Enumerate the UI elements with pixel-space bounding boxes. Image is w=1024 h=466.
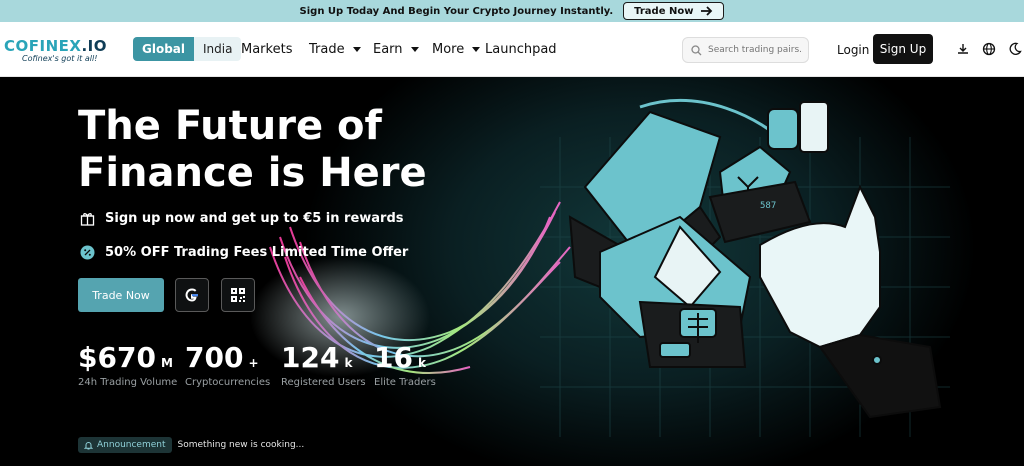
stat-value: 124	[281, 341, 340, 374]
chevron-down-icon	[472, 47, 481, 52]
arrow-right-icon	[701, 6, 713, 16]
google-signin-button[interactable]	[175, 278, 209, 312]
announcement-text: Something new is cooking...	[177, 440, 305, 450]
stat-unit: +	[248, 356, 259, 370]
top-banner: Sign Up Today And Begin Your Crypto Jour…	[0, 0, 1024, 22]
stat-label: Cryptocurrencies	[185, 377, 271, 388]
stat-unit: M	[160, 356, 173, 370]
stat-trading-volume: $670 M 24h Trading Volume	[78, 341, 177, 388]
stat-elite-traders: 16 k Elite Traders	[374, 341, 436, 388]
nav-launchpad-label: Launchpad	[485, 42, 557, 57]
qr-code-button[interactable]	[221, 278, 255, 312]
stat-value: 16	[374, 341, 413, 374]
stat-value: $670	[78, 341, 156, 374]
bell-icon	[84, 441, 93, 449]
feature-discount: 50% OFF Trading Fees Limited Time Offer	[80, 245, 408, 260]
feature-rewards: Sign up now and get up to €5 in rewards	[80, 211, 404, 226]
hero-title: The Future of Finance is Here	[78, 103, 427, 197]
announcement-badge-label: Announcement	[97, 440, 166, 450]
search-input[interactable]	[708, 45, 803, 55]
gift-icon	[80, 213, 95, 226]
stat-label: Elite Traders	[374, 377, 436, 388]
nav-earn[interactable]: Earn	[373, 22, 419, 77]
stat-label: Registered Users	[281, 377, 366, 388]
nav-markets-label: Markets	[241, 42, 293, 57]
download-icon[interactable]	[955, 41, 971, 57]
hero-title-line1: The Future of	[78, 103, 382, 149]
nav-more-label: More	[432, 42, 465, 57]
region-global-button[interactable]: Global	[133, 37, 195, 61]
logo-suffix: .IO	[81, 37, 107, 55]
stat-cryptocurrencies: 700 + Cryptocurrencies	[185, 341, 270, 388]
logo-tagline: Cofinex's got it all!	[22, 54, 98, 63]
google-icon	[185, 288, 198, 302]
search-icon	[691, 44, 702, 55]
stat-value: 700	[185, 341, 244, 374]
stat-unit: k	[417, 356, 426, 370]
banner-text: Sign Up Today And Begin Your Crypto Jour…	[299, 5, 614, 17]
logo-main-text: COFINEX	[4, 37, 82, 55]
search-box	[682, 37, 809, 63]
chevron-down-icon	[410, 47, 419, 52]
region-india-button[interactable]: India	[194, 37, 241, 61]
feature-discount-text: 50% OFF Trading Fees Limited Time Offer	[105, 245, 409, 260]
discount-badge-icon	[80, 245, 95, 260]
hero-section: 587 The Future of Finance is Here Sign u…	[0, 77, 1024, 466]
nav-launchpad[interactable]: Launchpad	[485, 22, 557, 77]
hero-title-line2: Finance is Here	[78, 150, 427, 196]
nav-trade[interactable]: Trade	[309, 22, 361, 77]
logo[interactable]: COFINEX.IO Cofinex's got it all!	[4, 37, 120, 63]
nav-earn-label: Earn	[373, 42, 403, 57]
globe-icon[interactable]	[981, 41, 997, 57]
banner-button-label: Trade Now	[634, 5, 694, 17]
feature-rewards-text: Sign up now and get up to €5 in rewards	[105, 211, 404, 226]
card-number: 587	[760, 201, 776, 211]
region-toggle: Global India	[133, 37, 242, 61]
stat-unit: k	[344, 356, 353, 370]
stat-registered-users: 124 k Registered Users	[281, 341, 366, 388]
nav-trade-label: Trade	[309, 42, 345, 57]
announcement-bar[interactable]: Announcement Something new is cooking...	[78, 437, 304, 453]
announcement-badge: Announcement	[78, 437, 172, 453]
qr-code-icon	[231, 288, 245, 302]
nav-more[interactable]: More	[432, 22, 481, 77]
navbar: COFINEX.IO Cofinex's got it all! Global …	[0, 22, 1024, 77]
hero-trade-now-button[interactable]: Trade Now	[78, 278, 164, 312]
dark-mode-icon[interactable]	[1007, 41, 1023, 57]
stat-label: 24h Trading Volume	[78, 377, 178, 388]
banner-trade-now-button[interactable]: Trade Now	[623, 2, 725, 20]
chevron-down-icon	[352, 47, 361, 52]
logo-wordmark: COFINEX.IO	[4, 37, 107, 55]
signup-button[interactable]: Sign Up	[873, 34, 933, 64]
nav-markets[interactable]: Markets	[241, 22, 292, 77]
login-link[interactable]: Login	[837, 22, 869, 77]
